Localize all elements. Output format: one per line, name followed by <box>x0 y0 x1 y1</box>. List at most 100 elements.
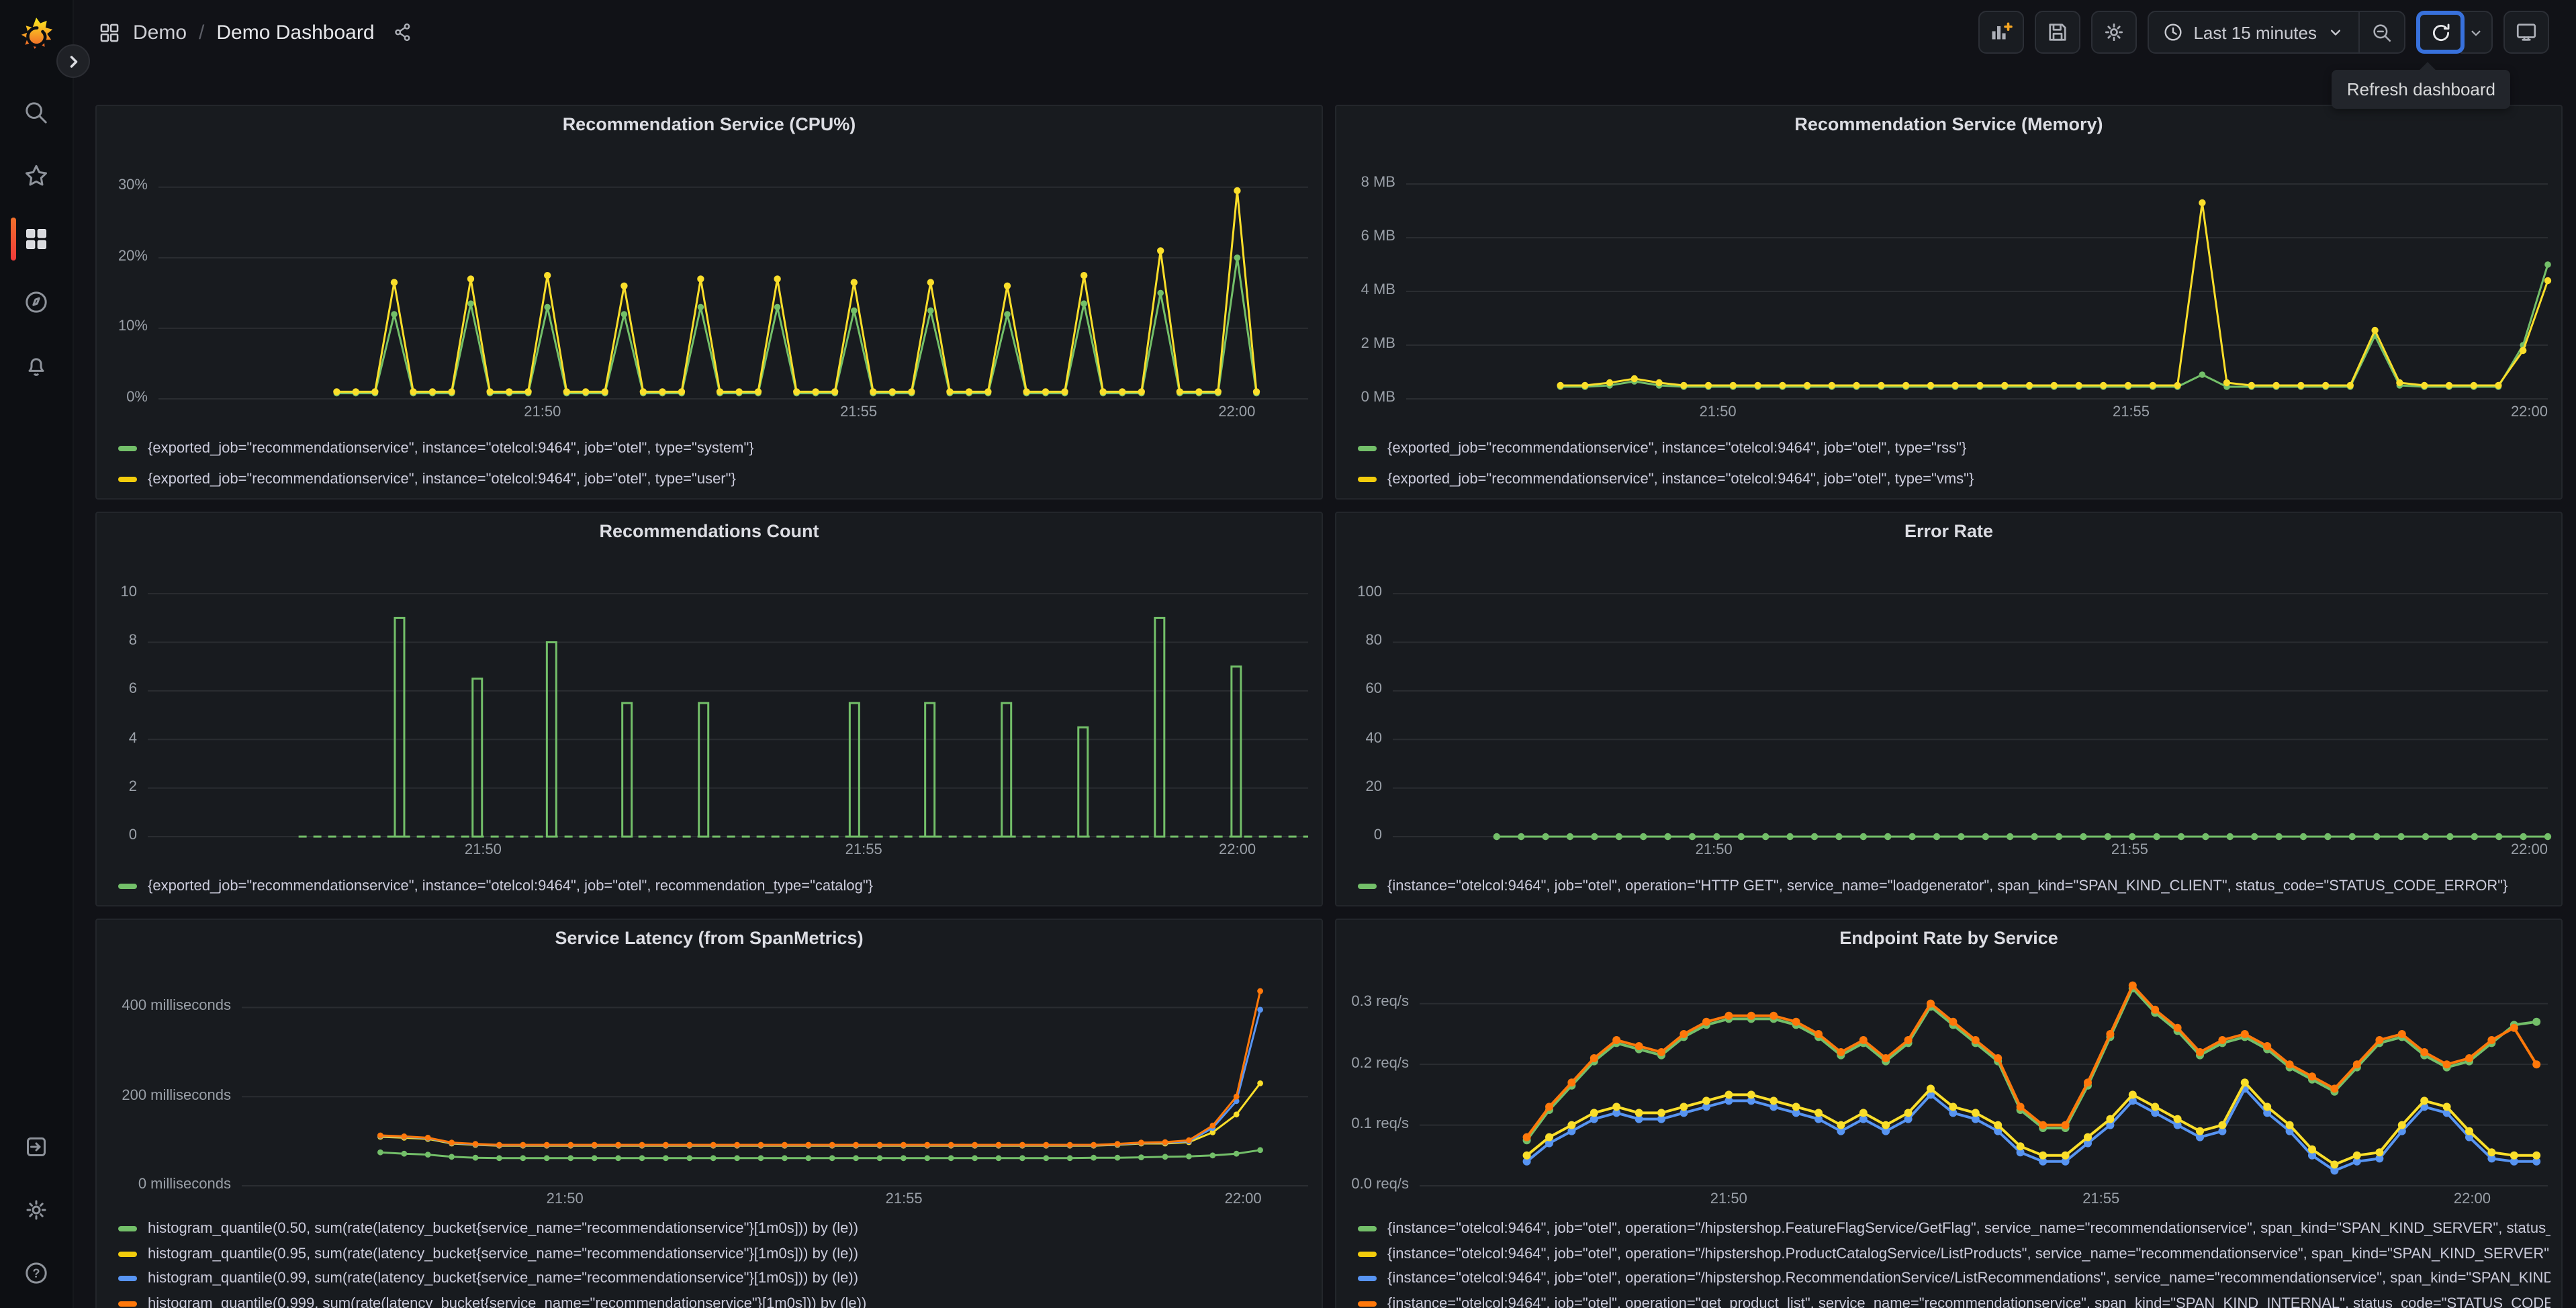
legend-item[interactable]: {instance="otelcol:9464", job="otel", op… <box>1358 1218 2550 1240</box>
panel-chart[interactable]: 0 MB 2 MB 4 MB 6 MB 8 MB <box>1336 141 2561 406</box>
sidebar-item-explore[interactable] <box>0 289 73 316</box>
panel-header[interactable]: Recommendation Service (CPU%) <box>97 106 1322 141</box>
legend-series-swatch <box>118 1301 137 1307</box>
x-axis-tick-label: 21:50 <box>1710 1191 1747 1207</box>
grafana-logo-icon <box>21 17 53 49</box>
legend-series-label: {exported_job="recommendationservice", i… <box>1387 471 1974 487</box>
time-range-label: Last 15 minutes <box>2193 22 2317 42</box>
legend-series-swatch <box>1358 884 1377 889</box>
star-icon <box>26 165 47 186</box>
panel-header[interactable]: Endpoint Rate by Service <box>1336 920 2561 955</box>
y-axis-tick-label: 0 MB <box>1361 389 1395 406</box>
legend-item[interactable]: {instance="otelcol:9464", job="otel", op… <box>1358 873 2550 900</box>
refresh-interval-dropdown[interactable] <box>2460 11 2493 54</box>
sidebar-item-alerting[interactable] <box>0 352 73 379</box>
legend-item[interactable]: histogram_quantile(0.999, sum(rate(laten… <box>118 1293 1311 1308</box>
legend-item[interactable]: {instance="otelcol:9464", job="otel", op… <box>1358 1243 2550 1265</box>
y-axis-tick-label: 0.3 req/s <box>1351 994 1409 1011</box>
legend-series-swatch <box>1358 477 1377 482</box>
legend-item[interactable]: {instance="otelcol:9464", job="otel", op… <box>1358 1293 2550 1308</box>
x-axis-labels: 21:50 21:55 22:00 <box>97 1191 1322 1213</box>
legend-series-swatch <box>1358 1276 1377 1282</box>
x-axis-tick-label: 21:55 <box>2112 404 2150 420</box>
panel-title[interactable]: Recommendation Service (CPU%) <box>563 113 856 134</box>
legend-item[interactable]: histogram_quantile(0.95, sum(rate(latenc… <box>118 1243 1311 1265</box>
refresh-button[interactable] <box>2416 11 2465 54</box>
panel-title[interactable]: Error Rate <box>1904 520 1993 541</box>
dashboard-grid: Recommendation Service (CPU%) 0% 10% 20% 30… <box>74 64 2576 1308</box>
panel-title[interactable]: Recommendations Count <box>599 520 819 541</box>
legend-item[interactable]: {instance="otelcol:9464", job="otel", op… <box>1358 1268 2550 1290</box>
top-navigation-bar: Demo / Demo Dashboard Last 15 minutes Re… <box>74 0 2576 109</box>
refresh-tooltip: Refresh dashboard <box>2332 62 2510 109</box>
panel-chart[interactable]: 0 2 4 6 8 10 <box>97 548 1322 843</box>
legend-series-label: {instance="otelcol:9464", job="otel", op… <box>1387 1295 2550 1308</box>
x-axis-tick-label: 22:00 <box>2453 1191 2491 1207</box>
y-axis-tick-label: 0 milliseconds <box>138 1176 231 1193</box>
legend-series-swatch <box>118 1226 137 1232</box>
legend-item[interactable]: {exported_job="recommendationservice", i… <box>118 435 1311 462</box>
y-axis-tick-label: 20% <box>118 248 148 265</box>
y-axis-tick-label: 60 <box>1365 681 1383 698</box>
legend-series-swatch <box>118 1251 137 1257</box>
sidebar-item-starred[interactable] <box>0 162 73 189</box>
panel-header[interactable]: Recommendation Service (Memory) <box>1336 106 2561 141</box>
y-axis-tick-label: 30% <box>118 177 148 194</box>
panel-header[interactable]: Service Latency (from SpanMetrics) <box>97 920 1322 955</box>
y-axis-tick-label: 80 <box>1365 633 1383 649</box>
save-dashboard-button[interactable] <box>2035 11 2081 54</box>
legend-item[interactable]: histogram_quantile(0.99, sum(rate(latenc… <box>118 1268 1311 1290</box>
search-icon <box>26 102 47 124</box>
legend-item[interactable]: {exported_job="recommendationservice", i… <box>118 466 1311 493</box>
panel-title[interactable]: Endpoint Rate by Service <box>1839 927 2058 947</box>
x-axis-tick-label: 21:50 <box>464 842 502 858</box>
dashboard-toolbar: Last 15 minutes <box>1978 11 2549 54</box>
y-axis-tick-label: 4 MB <box>1361 282 1395 298</box>
time-range-picker[interactable]: Last 15 minutes <box>2149 12 2358 52</box>
panel-title[interactable]: Service Latency (from SpanMetrics) <box>555 927 863 947</box>
panel-chart[interactable]: 0.0 req/s 0.1 req/s 0.2 req/s 0.3 req/s <box>1336 955 2561 1193</box>
sidebar-item-help[interactable]: ? <box>0 1260 73 1287</box>
panel-chart[interactable]: 0 20 40 60 80 100 <box>1336 548 2561 843</box>
breadcrumb-separator: / <box>199 21 205 44</box>
legend-item[interactable]: histogram_quantile(0.50, sum(rate(latenc… <box>118 1218 1311 1240</box>
legend-item[interactable]: {exported_job="recommendationservice", i… <box>118 873 1311 900</box>
panel-header[interactable]: Error Rate <box>1336 513 2561 548</box>
zoom-out-button[interactable] <box>2358 12 2404 52</box>
y-axis-tick-label: 2 <box>128 778 137 795</box>
kiosk-mode-button[interactable] <box>2503 11 2549 54</box>
y-axis-tick-label: 8 <box>128 633 137 649</box>
panel-chart[interactable]: 0% 10% 20% 30% <box>97 141 1322 406</box>
sidebar-item-settings[interactable] <box>0 1197 73 1223</box>
grafana-logo[interactable] <box>16 16 56 56</box>
dashboard-settings-button[interactable] <box>2091 11 2137 54</box>
panel-chart[interactable]: 0 milliseconds 200 milliseconds 400 millis… <box>97 955 1322 1193</box>
legend-item[interactable]: {exported_job="recommendationservice", i… <box>1358 435 2550 462</box>
clock-icon <box>2164 24 2182 41</box>
sidebar-item-sign-in[interactable] <box>0 1133 73 1160</box>
panel-header[interactable]: Recommendations Count <box>97 513 1322 548</box>
x-axis-tick-label: 21:50 <box>524 404 561 420</box>
breadcrumb-current[interactable]: Demo Dashboard <box>216 21 374 44</box>
add-panel-button[interactable] <box>1978 11 2025 54</box>
x-axis-tick-label: 22:00 <box>1219 842 1256 858</box>
sidebar-expand-button[interactable] <box>56 44 90 78</box>
panel-legend: {instance="otelcol:9464", job="otel", op… <box>1336 863 2561 905</box>
sidebar-item-search[interactable] <box>0 99 73 126</box>
x-axis-tick-label: 21:55 <box>840 404 878 420</box>
share-button[interactable] <box>392 21 414 43</box>
legend-series-label: {instance="otelcol:9464", job="otel", op… <box>1387 878 2508 894</box>
x-axis-tick-label: 21:55 <box>845 842 882 858</box>
sidebar-item-dashboards[interactable] <box>0 218 73 261</box>
legend-series-label: histogram_quantile(0.999, sum(rate(laten… <box>148 1295 867 1308</box>
sign-in-icon <box>27 1137 46 1156</box>
dashboard-panel: Error Rate 0 20 40 60 80 100 21:50 21:55 22:00 … <box>1335 512 2563 906</box>
legend-item[interactable]: {exported_job="recommendationservice", i… <box>1358 466 2550 493</box>
breadcrumb-folder[interactable]: Demo <box>133 21 187 44</box>
x-axis-tick-label: 22:00 <box>1218 404 1256 420</box>
panel-title[interactable]: Recommendation Service (Memory) <box>1794 113 2103 134</box>
legend-series-swatch <box>1358 446 1377 451</box>
y-axis-tick-label: 0 <box>1373 827 1382 843</box>
x-axis-tick-label: 21:50 <box>1695 842 1733 858</box>
x-axis-tick-label: 22:00 <box>1224 1191 1262 1207</box>
